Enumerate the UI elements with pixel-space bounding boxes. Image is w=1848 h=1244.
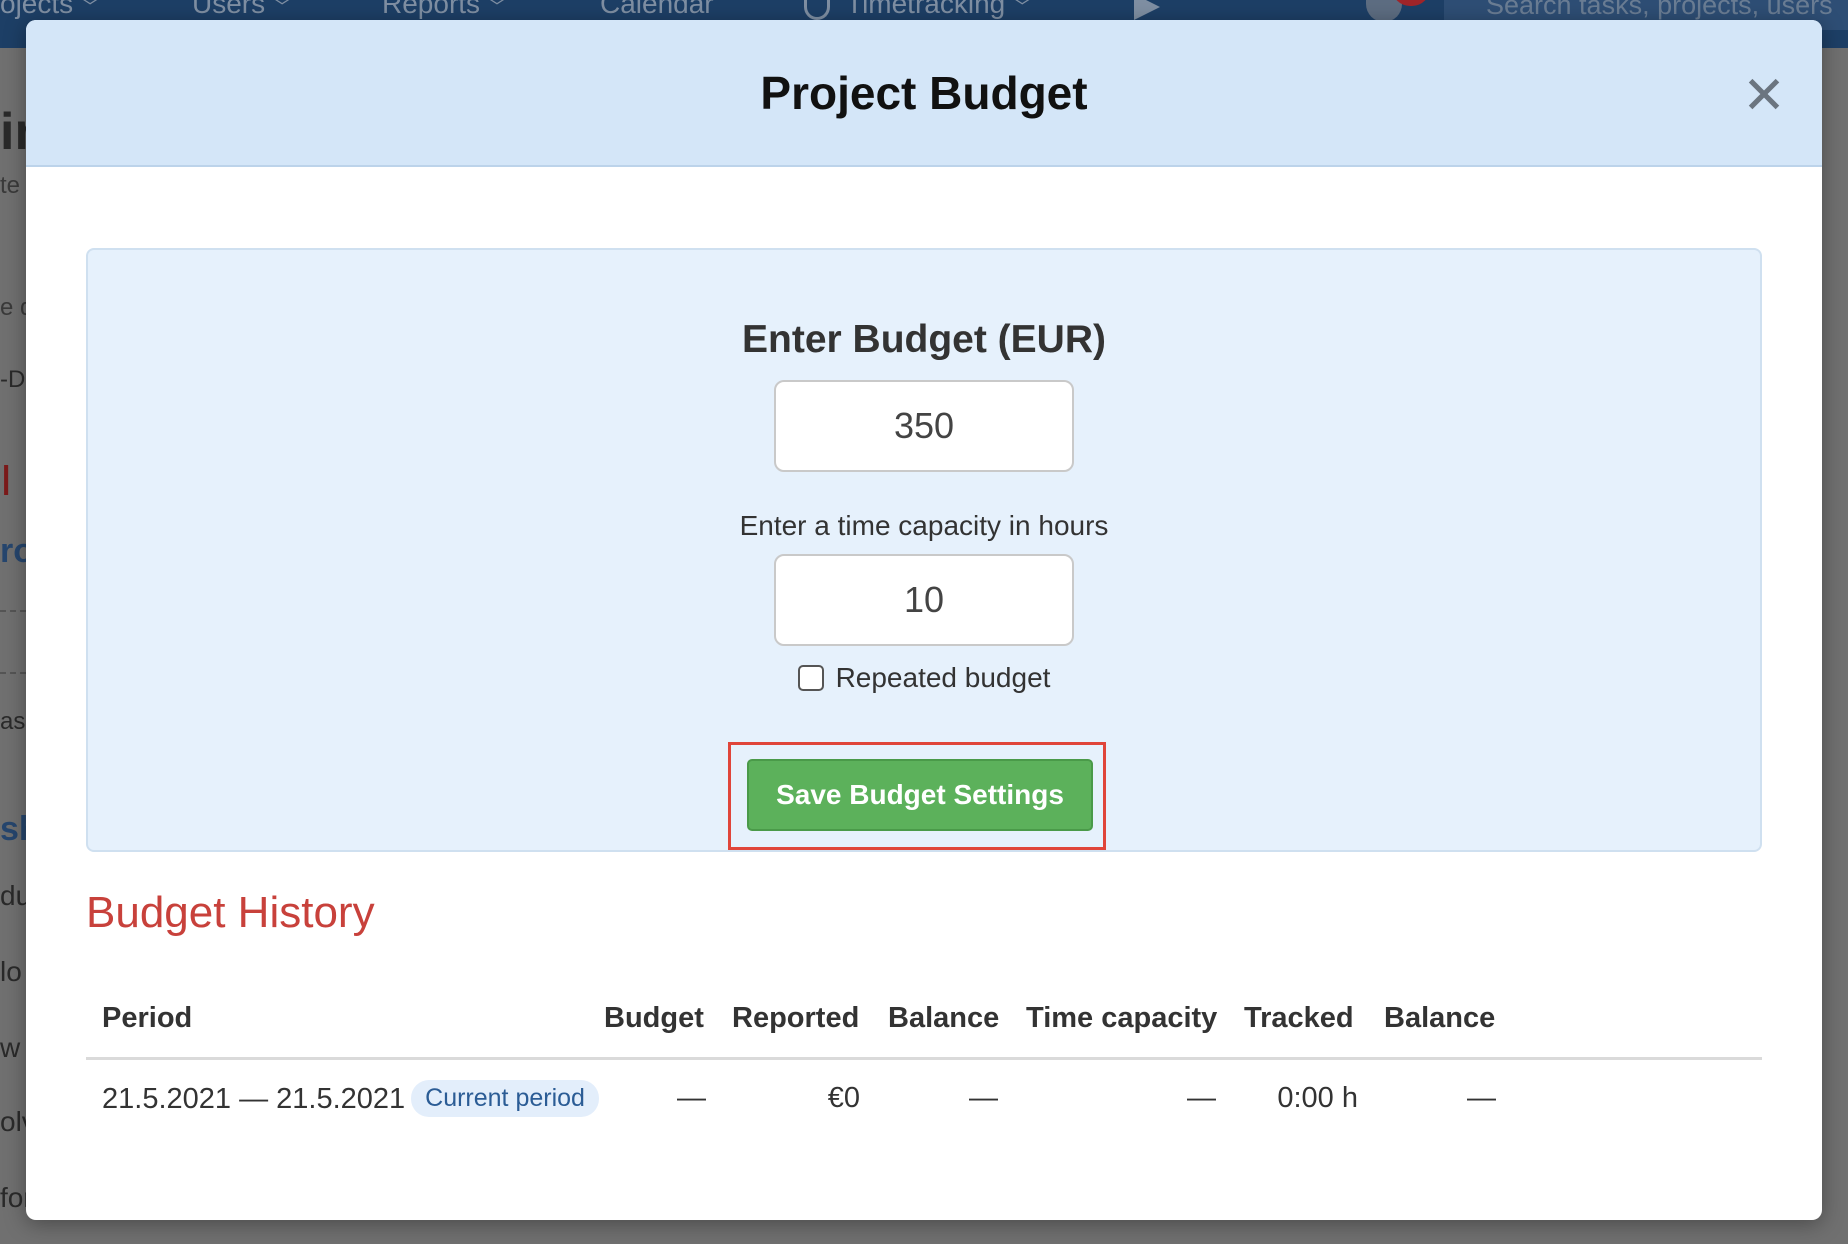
bell-icon[interactable] [1366,0,1402,22]
play-icon[interactable] [1134,0,1160,20]
current-period-badge: Current period [411,1080,599,1117]
table-header-row: Period Budget Reported Balance Time capa… [86,980,1762,1060]
time-balance-cell: — [1467,1082,1496,1114]
time-capacity-cell: — [1187,1082,1216,1114]
nav-item-users[interactable]: Users ﹀ [192,0,291,20]
column-header-period: Period [102,1002,193,1034]
balance-cell: — [969,1082,998,1114]
repeated-budget-row: Repeated budget [88,662,1760,694]
period-cell: 21.5.2021 — 21.5.2021 Current period [102,1080,599,1119]
chevron-down-icon: ﹀ [273,0,292,17]
column-header-time-balance: Balance [1384,1002,1496,1034]
time-capacity-label: Enter a time capacity in hours [739,510,1109,541]
background-fragment: -D [0,366,26,393]
nav-item-timetracking[interactable]: Timetracking ﹀ [846,0,1031,20]
column-header-reported: Reported [732,1002,860,1034]
modal-header: Project Budget ✕ [26,20,1822,167]
background-fragment: lo [0,956,22,987]
save-button-highlight: Save Budget Settings [728,742,1106,850]
clock-icon [804,0,830,20]
budget-input[interactable] [774,380,1074,472]
close-icon[interactable]: ✕ [1738,70,1790,122]
budget-cell: — [677,1082,706,1114]
column-header-tracked: Tracked [1244,1002,1354,1034]
chevron-down-icon: ﹀ [1013,0,1032,17]
save-budget-settings-button[interactable]: Save Budget Settings [747,759,1093,831]
background-fragment: I [0,456,13,505]
column-header-balance: Balance [888,1002,1000,1034]
table-row: 21.5.2021 — 21.5.2021 Current period — €0… [86,1060,1762,1140]
nav-item-reports[interactable]: Reports ﹀ [382,0,506,20]
reported-cell: €0 [827,1082,860,1114]
budget-settings-panel: Enter Budget (EUR) Enter a time capacity… [86,248,1762,852]
modal-title: Project Budget [760,67,1088,119]
nav-item-calendar[interactable]: Calendar [600,0,714,20]
budget-heading: Enter Budget (EUR) [742,318,1106,361]
divider [0,610,26,612]
chevron-down-icon: ﹀ [81,0,100,17]
column-header-time-capacity: Time capacity [1026,1002,1218,1034]
repeated-budget-label[interactable]: Repeated budget [836,662,1051,694]
repeated-budget-checkbox[interactable] [797,665,824,691]
project-budget-modal: Project Budget ✕ Enter Budget (EUR) Ente… [26,20,1822,1220]
time-capacity-input[interactable] [774,554,1074,646]
period-value: 21.5.2021 — 21.5.2021 [102,1083,406,1116]
divider [0,672,26,674]
tracked-cell: 0:00 h [1277,1082,1358,1114]
background-fragment: te [0,172,21,199]
column-header-budget: Budget [604,1002,704,1034]
nav-item-projects[interactable]: ojects ﹀ [0,0,99,20]
chevron-down-icon: ﹀ [488,0,507,17]
budget-history-table: Period Budget Reported Balance Time capa… [86,980,1762,1140]
budget-history-title: Budget History [86,888,375,937]
